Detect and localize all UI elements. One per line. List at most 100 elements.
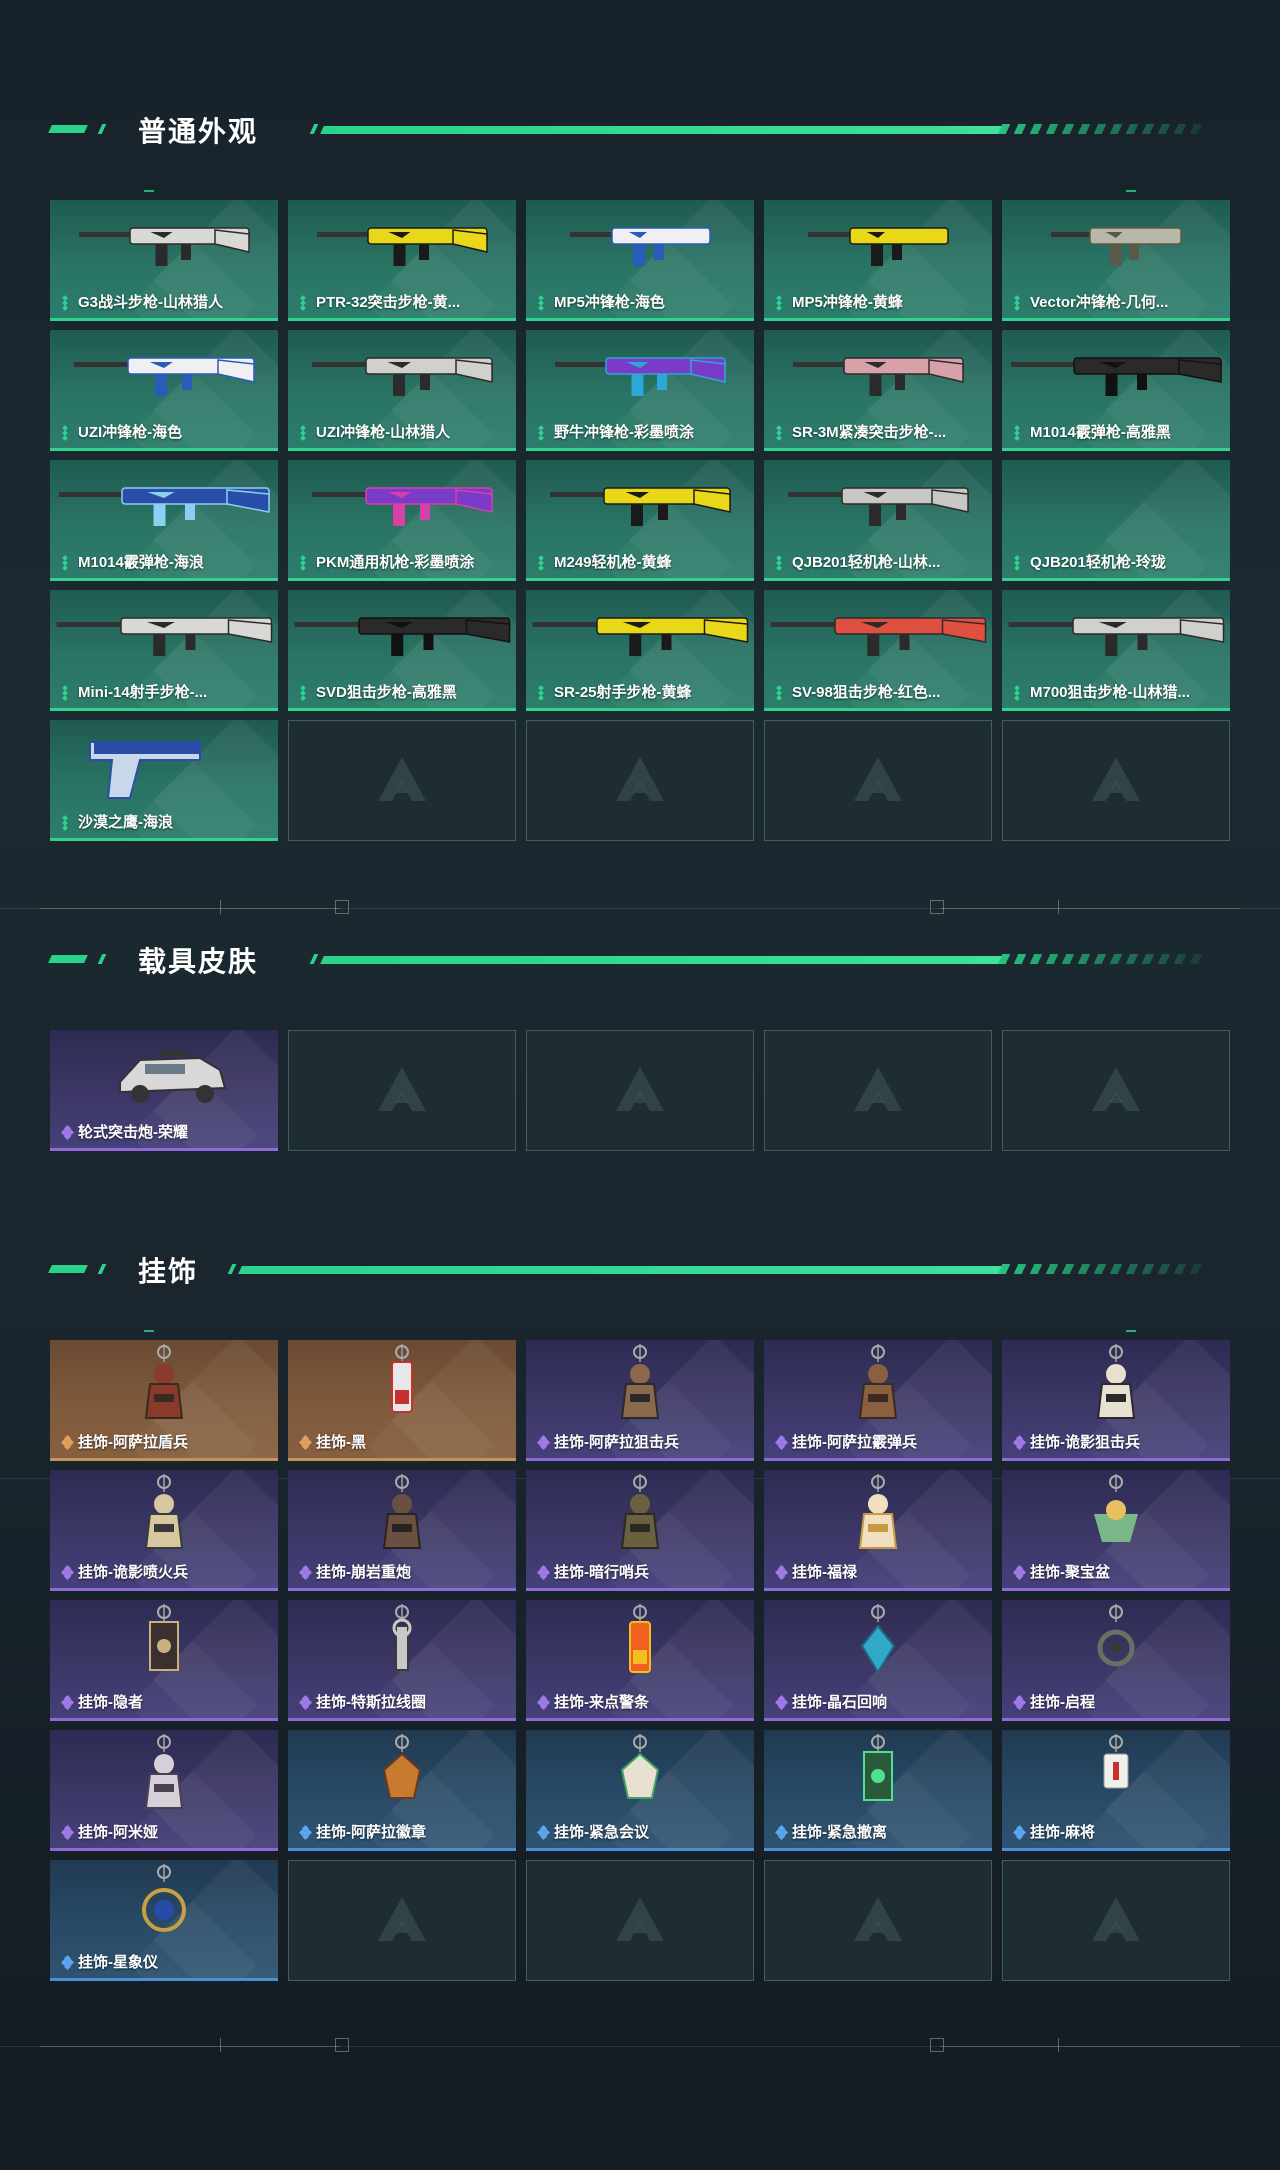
item-image: [858, 1344, 898, 1419]
rarity-icon: [538, 295, 544, 311]
rarity-icon: [62, 685, 68, 701]
item-card[interactable]: QJB201轻机枪-玲珑: [1002, 460, 1230, 581]
item-card[interactable]: 野牛冲锋枪-彩墨喷涂: [526, 330, 754, 451]
item-card[interactable]: 挂饰-暗行哨兵: [526, 1470, 754, 1591]
item-image: [532, 617, 749, 656]
item-card[interactable]: 挂饰-阿萨拉狙击兵: [526, 1340, 754, 1461]
item-image: [144, 1344, 184, 1419]
item-card[interactable]: Vector冲锋枪-几何...: [1002, 200, 1230, 321]
item-card[interactable]: MP5冲锋枪-黄蜂: [764, 200, 992, 321]
item-card[interactable]: 挂饰-晶石回响: [764, 1600, 992, 1721]
deco-line: [40, 908, 340, 909]
item-image: [59, 487, 270, 526]
item-card[interactable]: SR-25射手步枪-黄蜂: [526, 590, 754, 711]
item-card[interactable]: QJB201轻机枪-山林...: [764, 460, 992, 581]
section-tick: [1126, 190, 1136, 192]
item-image: [144, 1734, 184, 1809]
item-card[interactable]: 挂饰-阿萨拉霰弹兵: [764, 1340, 992, 1461]
item-card[interactable]: 挂饰-隐者: [50, 1600, 278, 1721]
item-card[interactable]: 挂饰-黑: [288, 1340, 516, 1461]
item-card[interactable]: M249轻机枪-黄蜂: [526, 460, 754, 581]
item-image: [860, 1604, 896, 1674]
item-card[interactable]: 挂饰-阿萨拉徽章: [288, 1730, 516, 1851]
item-image: [808, 227, 949, 266]
item-name: 挂饰-麻将: [1030, 1824, 1095, 1841]
item-card[interactable]: UZI冲锋枪-山林猎人: [288, 330, 516, 451]
rarity-icon: [1012, 1564, 1027, 1581]
item-card[interactable]: Mini-14射手步枪-...: [50, 590, 278, 711]
item-name: 挂饰-阿米娅: [78, 1824, 158, 1841]
item-card[interactable]: 挂饰-来点警条: [526, 1600, 754, 1721]
item-card[interactable]: G3战斗步枪-山林猎人: [50, 200, 278, 321]
item-image: [392, 1604, 412, 1671]
item-image: [1097, 1604, 1135, 1667]
rarity-icon: [1012, 1434, 1027, 1451]
item-card[interactable]: SV-98狙击步枪-红色...: [764, 590, 992, 711]
rarity-icon: [300, 685, 306, 701]
item-card[interactable]: M1014霰弹枪-海浪: [50, 460, 278, 581]
item-card[interactable]: 挂饰-聚宝盆: [1002, 1470, 1230, 1591]
item-card[interactable]: MP5冲锋枪-海色: [526, 200, 754, 321]
item-card[interactable]: 挂饰-特斯拉线圈: [288, 1600, 516, 1721]
rarity-icon: [538, 425, 544, 441]
rarity-icon: [298, 1564, 313, 1581]
item-card[interactable]: UZI冲锋枪-海色: [50, 330, 278, 451]
section-title: 挂饰: [138, 1256, 199, 1287]
item-name: MP5冲锋枪-黄蜂: [792, 294, 903, 311]
item-card[interactable]: 轮式突击炮-荣耀: [50, 1030, 278, 1151]
placeholder-logo-icon: [378, 1896, 426, 1941]
item-name: 挂饰-崩岩重炮: [316, 1564, 411, 1581]
item-name: 挂饰-特斯拉线圈: [316, 1694, 426, 1711]
item-image: [863, 1734, 893, 1801]
item-name: M1014霰弹枪-海浪: [78, 554, 204, 571]
item-card[interactable]: 沙漠之鹰-海浪: [50, 720, 278, 841]
rarity-icon: [776, 425, 782, 441]
item-card[interactable]: 挂饰-阿萨拉盾兵: [50, 1340, 278, 1461]
rarity-icon: [62, 295, 68, 311]
item-image: [629, 1604, 651, 1673]
item-card[interactable]: 挂饰-崩岩重炮: [288, 1470, 516, 1591]
item-name: 挂饰-福禄: [792, 1564, 857, 1581]
placeholder-logo-icon: [616, 756, 664, 801]
item-card[interactable]: PTR-32突击步枪-黄...: [288, 200, 516, 321]
placeholder-logo-icon: [616, 1066, 664, 1111]
item-image: [1096, 1344, 1136, 1419]
item-image: [620, 1474, 660, 1549]
item-card[interactable]: 挂饰-紧急会议: [526, 1730, 754, 1851]
item-image: [294, 617, 511, 656]
rarity-icon: [1014, 425, 1020, 441]
item-card[interactable]: PKM通用机枪-彩墨喷涂: [288, 460, 516, 581]
item-card[interactable]: SR-3M紧凑突击步枪-...: [764, 330, 992, 451]
item-card[interactable]: SVD狙击步枪-高雅黑: [288, 590, 516, 711]
section-header-vehicle-skins: 载具皮肤: [48, 938, 1203, 978]
charms-grid: 挂饰-阿萨拉盾兵 挂饰-黑 挂饰-阿萨拉狙击兵 挂饰-阿萨拉霰弹兵 挂饰-诡影狙击兵 挂饰…: [50, 1340, 1230, 1981]
item-name: 挂饰-阿萨拉徽章: [316, 1824, 426, 1841]
item-card[interactable]: 挂饰-阿米娅: [50, 1730, 278, 1851]
item-card[interactable]: 挂饰-启程: [1002, 1600, 1230, 1721]
item-name: M700狙击步枪-山林猎...: [1030, 684, 1191, 701]
item-image: [312, 487, 493, 526]
item-image: [119, 1050, 227, 1103]
item-card[interactable]: M700狙击步枪-山林猎...: [1002, 590, 1230, 711]
item-card[interactable]: 挂饰-诡影狙击兵: [1002, 1340, 1230, 1461]
item-image: [142, 1864, 186, 1932]
section-tick: [144, 1330, 154, 1332]
item-card[interactable]: 挂饰-星象仪: [50, 1860, 278, 1981]
empty-slot: [526, 720, 754, 841]
placeholder-logo-icon: [854, 1896, 902, 1941]
item-card[interactable]: 挂饰-麻将: [1002, 1730, 1230, 1851]
item-name: PTR-32突击步枪-黄...: [316, 294, 461, 311]
item-name: 挂饰-紧急会议: [554, 1824, 649, 1841]
item-card[interactable]: 挂饰-诡影喷火兵: [50, 1470, 278, 1591]
item-card[interactable]: 挂饰-紧急撤离: [764, 1730, 992, 1851]
item-name: 挂饰-星象仪: [78, 1954, 158, 1971]
deco-tick: [220, 900, 221, 914]
item-name: SR-25射手步枪-黄蜂: [554, 684, 692, 701]
rarity-icon: [60, 1694, 75, 1711]
rarity-icon: [62, 815, 68, 831]
item-card[interactable]: M1014霰弹枪-高雅黑: [1002, 330, 1230, 451]
item-card[interactable]: 挂饰-福禄: [764, 1470, 992, 1591]
empty-slot: [1002, 720, 1230, 841]
deco-square: [930, 2038, 944, 2052]
header-accent-bar: [48, 955, 88, 963]
